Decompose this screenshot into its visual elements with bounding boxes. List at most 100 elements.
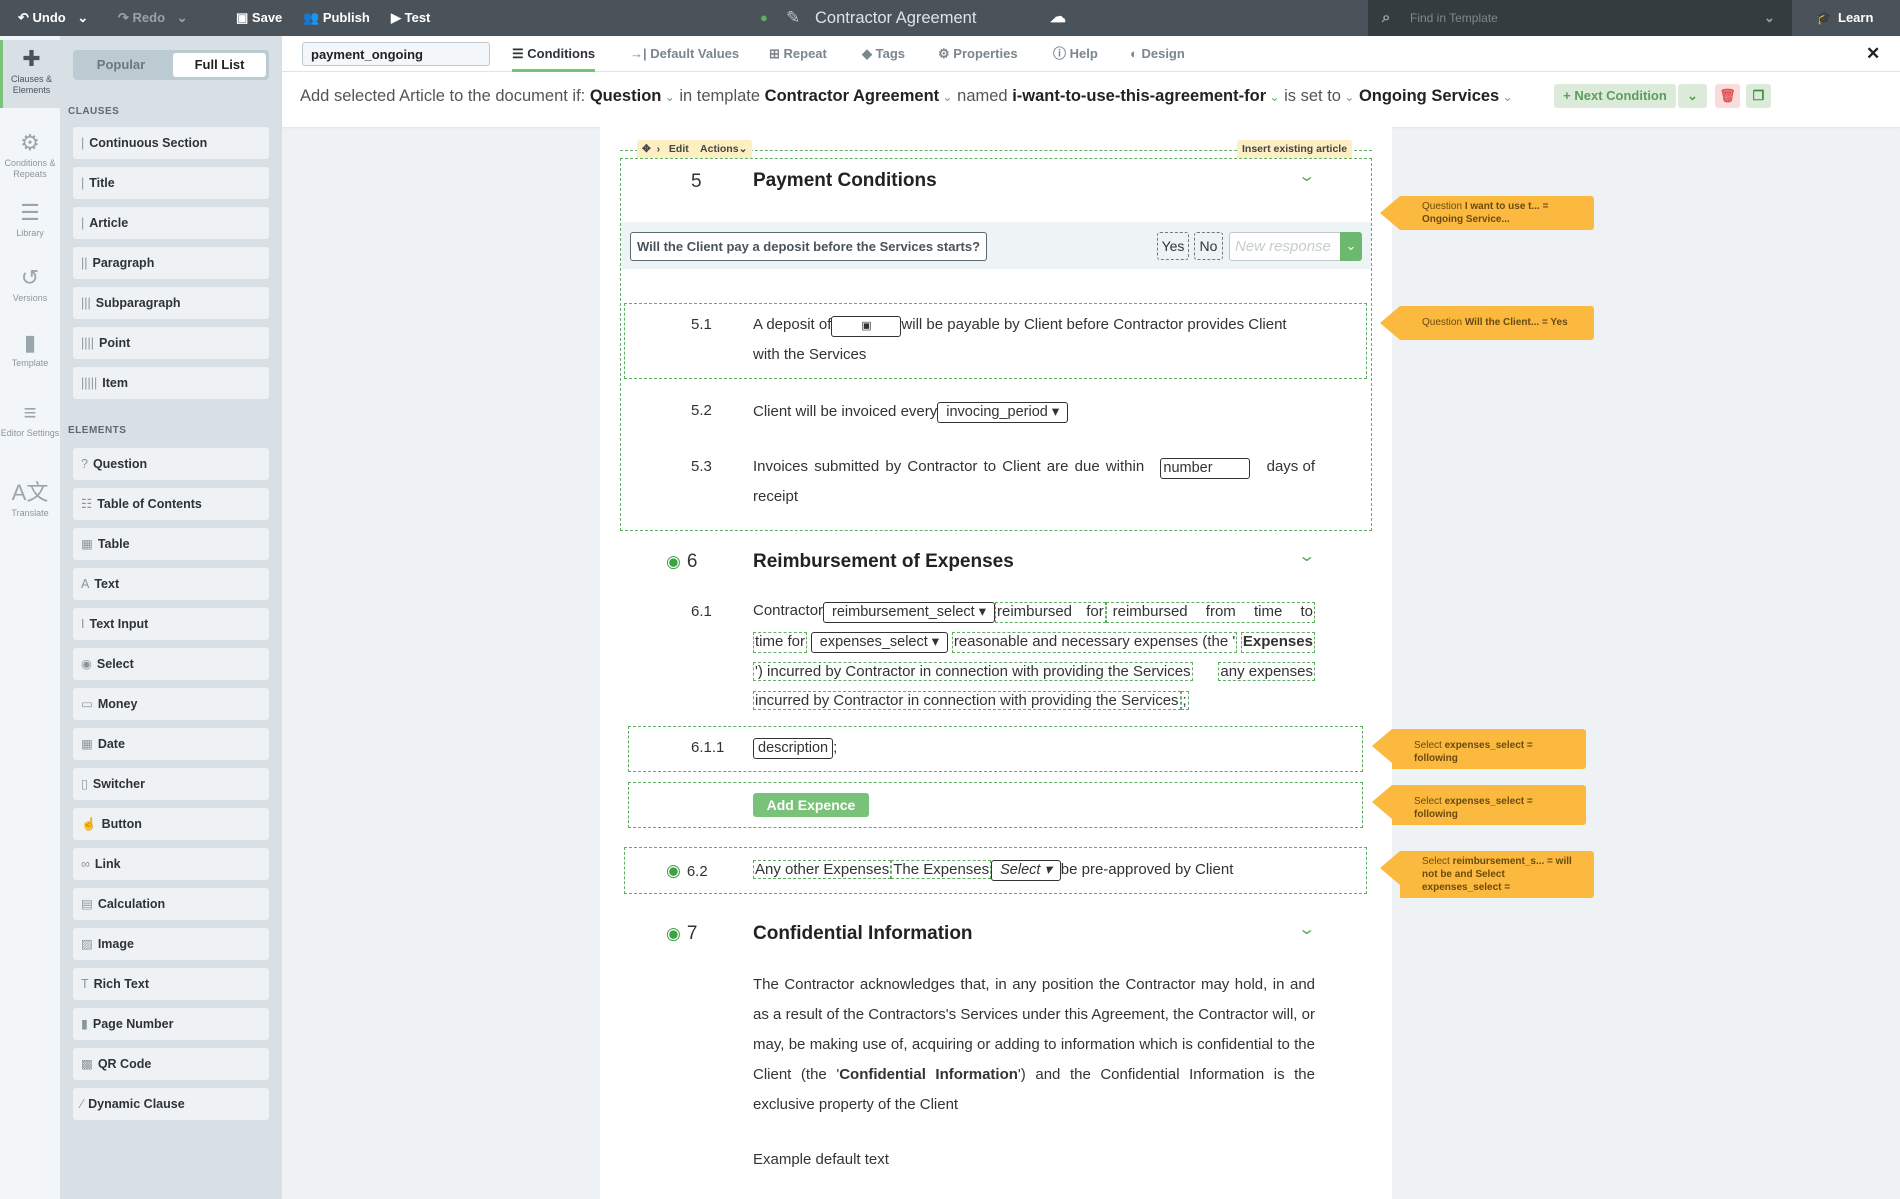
- panel-item-table-of-contents[interactable]: ☷ Table of Contents: [73, 488, 269, 520]
- eye-icon[interactable]: ◉: [666, 552, 681, 571]
- tab-conditions[interactable]: ☰ Conditions: [512, 36, 596, 72]
- no-option[interactable]: No: [1194, 232, 1223, 260]
- condition-template-select[interactable]: Contractor Agreement: [765, 87, 940, 105]
- search-input[interactable]: Find in Template: [1410, 0, 1498, 36]
- panel-item-table[interactable]: ▦ Table: [73, 528, 269, 560]
- chevron-down-icon[interactable]: ⌄: [1340, 232, 1362, 261]
- panel-item-link[interactable]: ∞ Link: [73, 848, 269, 880]
- panel-item-point[interactable]: |||| Point: [73, 327, 269, 359]
- tab-properties[interactable]: ⚙ Properties: [938, 36, 1018, 72]
- panel-item-button[interactable]: ☝ Button: [73, 808, 269, 840]
- rail-item-file[interactable]: ▮ Template: [0, 324, 60, 384]
- panel-item-article[interactable]: | Article: [73, 207, 269, 239]
- panel-item-title[interactable]: | Title: [73, 167, 269, 199]
- add-expence-button[interactable]: Add Expence: [753, 793, 869, 817]
- rail-item-history[interactable]: ↺ Versions: [0, 259, 60, 319]
- reimbursement-select[interactable]: reimbursement_select ▾: [823, 602, 995, 623]
- eye-icon[interactable]: ◉: [666, 924, 681, 943]
- panel-item-item[interactable]: ||||| Item: [73, 367, 269, 399]
- panel-item-paragraph[interactable]: || Paragraph: [73, 247, 269, 279]
- tab-help[interactable]: ⓘ Help: [1053, 36, 1098, 72]
- chevron-down-icon[interactable]: ⌄: [1764, 0, 1775, 36]
- move-icon[interactable]: ✥: [642, 143, 651, 155]
- panel-item-rich-text[interactable]: T Rich Text: [73, 968, 269, 1000]
- undo-button[interactable]: ↶ Undo ⌄: [18, 0, 88, 36]
- condition-callout[interactable]: Select expenses_select = following: [1372, 729, 1586, 769]
- description-input[interactable]: description: [753, 738, 834, 759]
- tab-tags[interactable]: ◆ Tags: [862, 36, 905, 72]
- rail-item-gears[interactable]: ⚙ Conditions & Repeats: [0, 124, 60, 184]
- chevron-down-icon[interactable]: ⌄: [1499, 90, 1513, 104]
- money-field[interactable]: ▣: [831, 316, 902, 337]
- condition-callout[interactable]: Select reimbursement_s... = will not be …: [1380, 851, 1594, 898]
- chevron-down-icon[interactable]: ⌄: [1266, 90, 1279, 104]
- chevron-down-icon[interactable]: ⌄: [1297, 919, 1316, 939]
- panel-item-switcher[interactable]: ▯ Switcher: [73, 768, 269, 800]
- find-in-template[interactable]: ⌕ Find in Template ⌄: [1368, 0, 1792, 36]
- chevron-down-icon[interactable]: ⌄: [661, 90, 675, 104]
- save-button[interactable]: ▣ Save: [236, 0, 282, 36]
- learn-button[interactable]: 🎓 Learn: [1792, 0, 1900, 36]
- panel-item-page-number[interactable]: ▮ Page Number: [73, 1008, 269, 1040]
- tab-full-list[interactable]: Full List: [173, 53, 266, 77]
- rail-item-translate[interactable]: A文 Translate: [0, 474, 60, 534]
- eye-icon[interactable]: ◉: [666, 861, 681, 880]
- tab-design[interactable]: ◐ Design: [1130, 36, 1185, 72]
- rail-item-sliders[interactable]: ≡ Editor Settings: [0, 394, 60, 454]
- panel-item-continuous-section[interactable]: | Continuous Section: [73, 127, 269, 159]
- pencil-icon[interactable]: ✎: [786, 0, 800, 36]
- test-button[interactable]: ▶ Test: [391, 0, 430, 36]
- condition-type-select[interactable]: Question: [590, 87, 662, 105]
- article-title[interactable]: Payment Conditions: [753, 170, 937, 192]
- condition-name-select[interactable]: i-want-to-use-this-agreement-for: [1012, 87, 1266, 105]
- question-label[interactable]: Will the Client pay a deposit before the…: [630, 232, 988, 261]
- chevron-down-icon[interactable]: ⌄: [939, 90, 952, 104]
- insert-existing-article-button[interactable]: Insert existing article: [1237, 140, 1353, 158]
- panel-item-dynamic-clause[interactable]: ⁄ Dynamic Clause: [73, 1088, 269, 1120]
- subparagraph-6-1-1[interactable]: [628, 726, 1363, 772]
- edit-button[interactable]: Edit: [669, 143, 689, 155]
- chevron-down-icon[interactable]: ⌄: [1297, 546, 1316, 566]
- chevron-down-icon[interactable]: ⌄: [1341, 90, 1354, 104]
- rail-item-library[interactable]: ☰ Library: [0, 194, 60, 254]
- cloud-upload-icon[interactable]: ☁: [1050, 0, 1066, 36]
- paragraph-5-1[interactable]: [624, 303, 1367, 379]
- copy-icon[interactable]: ❐: [1746, 84, 1771, 108]
- next-condition-button[interactable]: + Next Condition: [1554, 84, 1676, 108]
- panel-item-text[interactable]: A Text: [73, 568, 269, 600]
- tab-popular[interactable]: Popular: [76, 53, 166, 77]
- panel-item-subparagraph[interactable]: ||| Subparagraph: [73, 287, 269, 319]
- actions-button[interactable]: Actions: [700, 143, 739, 155]
- article-title[interactable]: Confidential Information: [753, 923, 973, 945]
- panel-item-date[interactable]: ▦ Date: [73, 728, 269, 760]
- panel-item-calculation[interactable]: ▤ Calculation: [73, 888, 269, 920]
- chevron-down-icon[interactable]: ⌄: [1678, 84, 1707, 108]
- panel-item-qr-code[interactable]: ▩ QR Code: [73, 1048, 269, 1080]
- new-response-input[interactable]: New response: [1229, 232, 1341, 261]
- panel-item-money[interactable]: ▭ Money: [73, 688, 269, 720]
- select-field[interactable]: Select ▾: [991, 860, 1061, 881]
- invoicing-period-select[interactable]: invocing_period ▾: [937, 402, 1069, 423]
- chevron-down-icon[interactable]: ⌄: [1297, 166, 1316, 186]
- panel-item-select[interactable]: ◉ Select: [73, 648, 269, 680]
- panel-item-image[interactable]: ▨ Image: [73, 928, 269, 960]
- close-icon[interactable]: ✕: [1866, 36, 1880, 72]
- document-title[interactable]: Contractor Agreement: [815, 0, 976, 36]
- expenses-select[interactable]: expenses_select ▾: [810, 632, 949, 653]
- tab-default-values[interactable]: →| Default Values: [630, 36, 739, 72]
- yes-option[interactable]: Yes: [1157, 232, 1189, 260]
- condition-value-select[interactable]: Ongoing Services: [1359, 87, 1499, 105]
- publish-button[interactable]: 👥 Publish: [303, 0, 370, 36]
- tab-repeat[interactable]: ⊞ Repeat: [769, 36, 827, 72]
- rail-item-puzzle[interactable]: ✚ Clauses & Elements: [0, 40, 60, 108]
- chevron-down-icon[interactable]: ⌄: [739, 143, 748, 155]
- condition-callout[interactable]: Select expenses_select = following: [1372, 785, 1586, 825]
- condition-callout[interactable]: Question Will the Client... = Yes: [1380, 306, 1594, 340]
- panel-item-question[interactable]: ? Question: [73, 448, 269, 480]
- chevron-right-icon[interactable]: ›: [657, 143, 661, 155]
- name-input[interactable]: [302, 42, 490, 66]
- trash-icon[interactable]: 🗑: [1715, 84, 1740, 108]
- panel-item-text-input[interactable]: I Text Input: [73, 608, 269, 640]
- redo-button[interactable]: ↷ Redo ⌄: [118, 0, 188, 36]
- article-title[interactable]: Reimbursement of Expenses: [753, 551, 1014, 573]
